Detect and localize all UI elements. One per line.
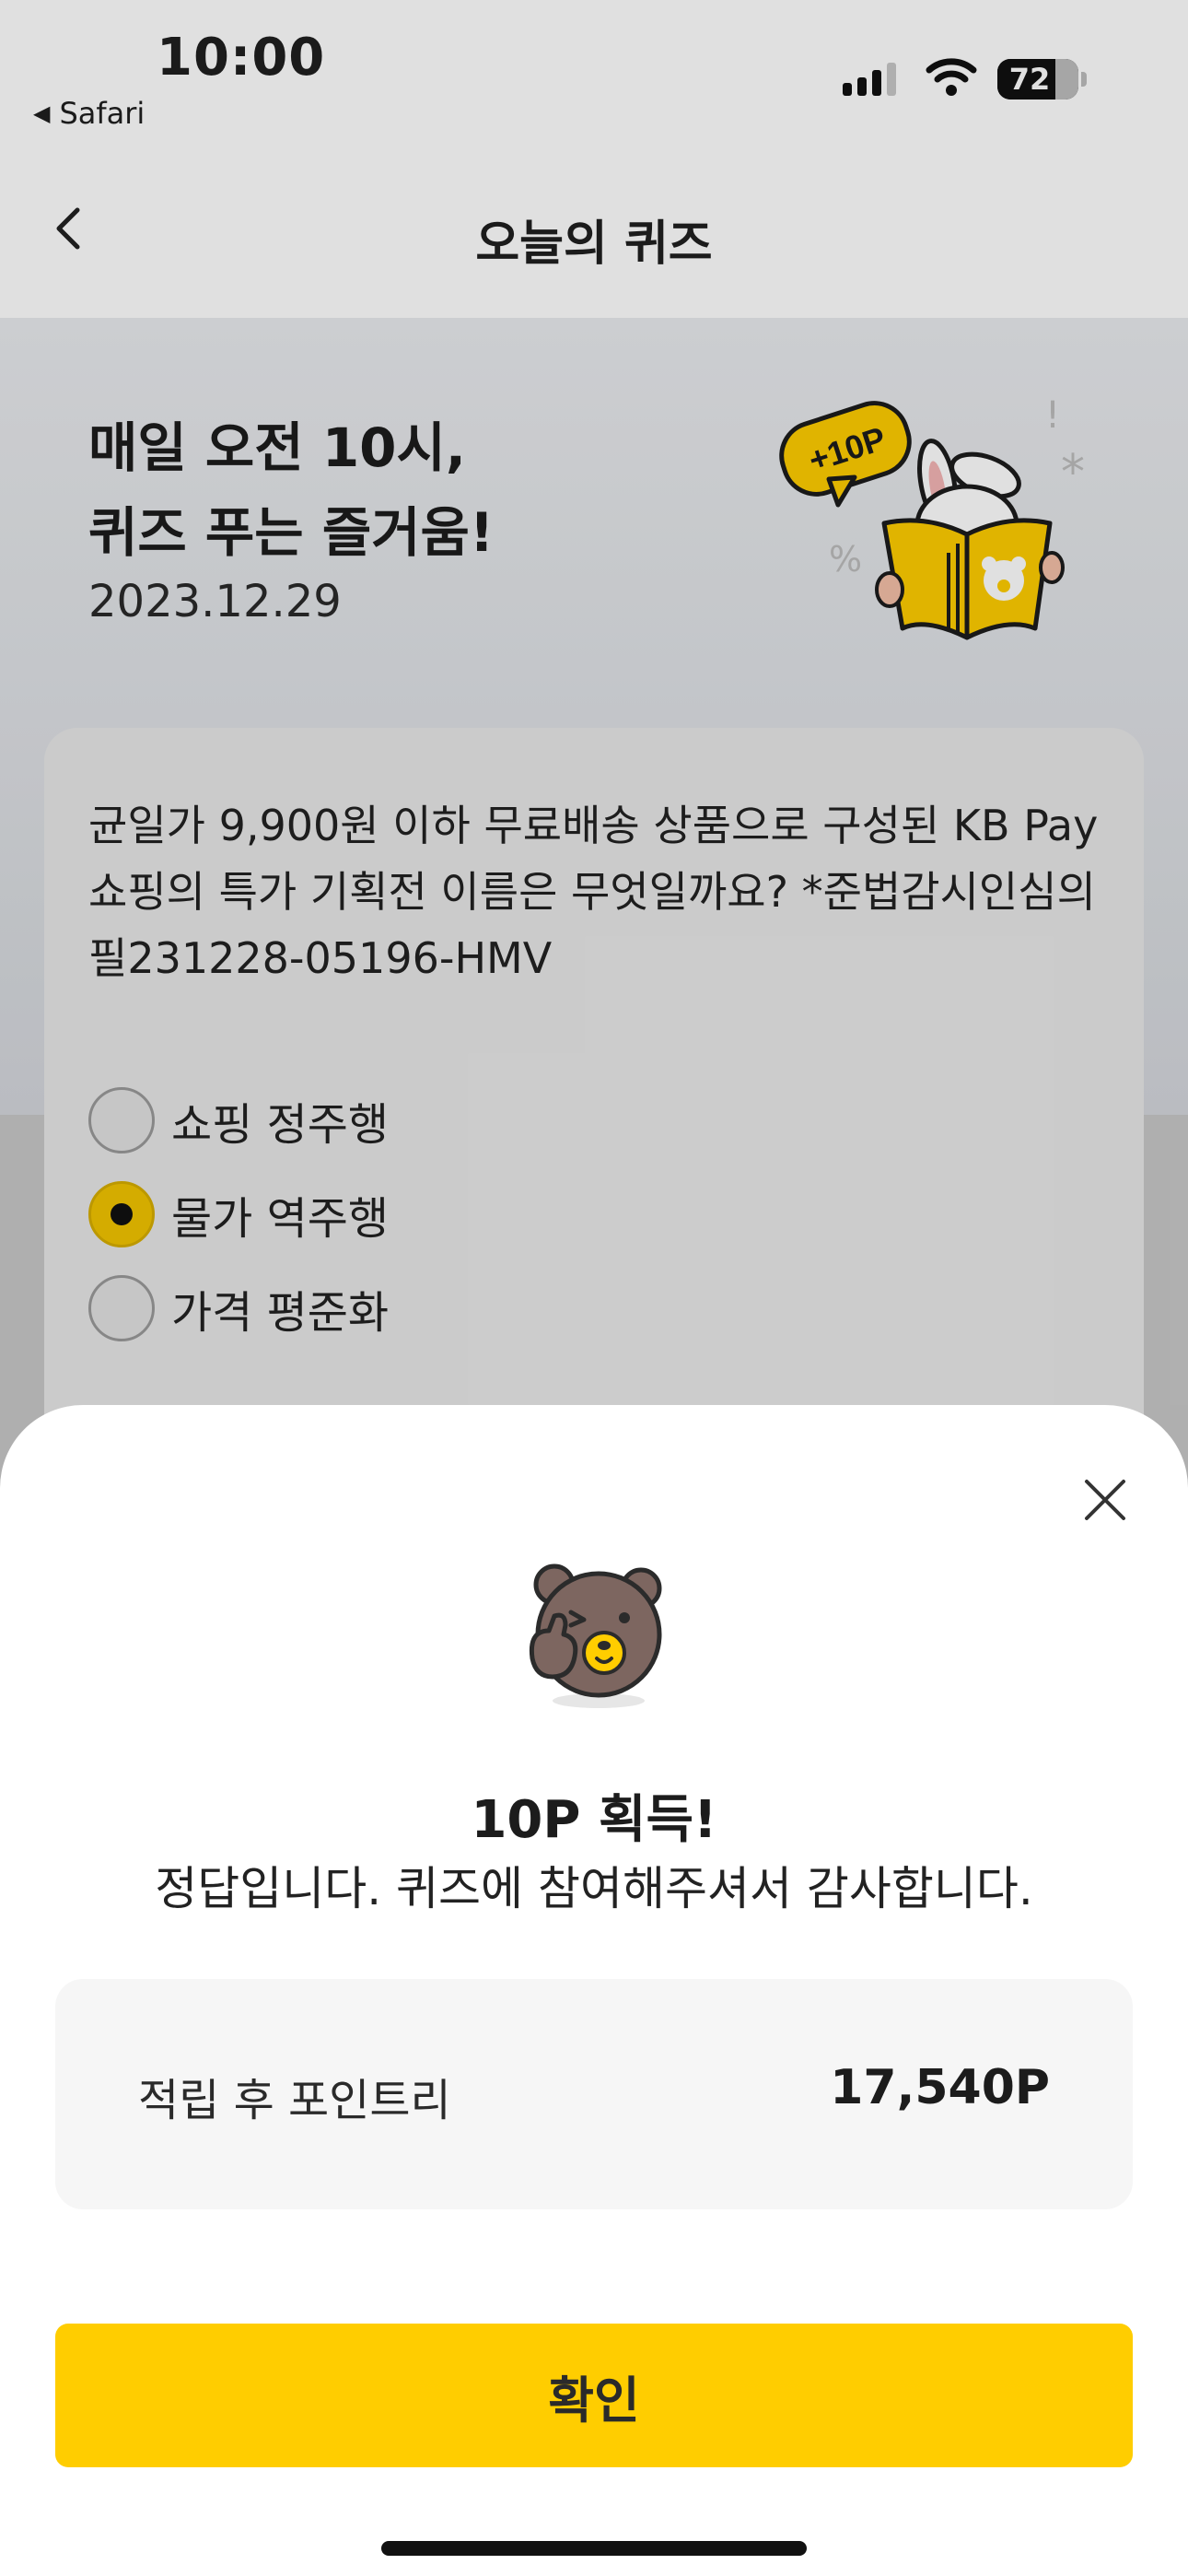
close-icon[interactable] [1077, 1472, 1133, 1528]
confirm-button[interactable]: 확인 [55, 2324, 1133, 2467]
screen: 10:00 ◀ Safari 72 오늘의 퀴즈 매일 오전 10시, 퀴즈 푸 [0, 0, 1188, 2576]
points-label: 적립 후 포인트리 [138, 2075, 451, 2126]
result-message: 정답입니다. 퀴즈에 참여해주셔서 감사합니다. [155, 1862, 1033, 1915]
result-title: 10P 획득! [471, 1790, 717, 1850]
points-value: 17,540P [830, 2060, 1050, 2115]
thumbs-up-bear-icon [529, 1563, 662, 1708]
home-indicator[interactable] [381, 2541, 807, 2556]
